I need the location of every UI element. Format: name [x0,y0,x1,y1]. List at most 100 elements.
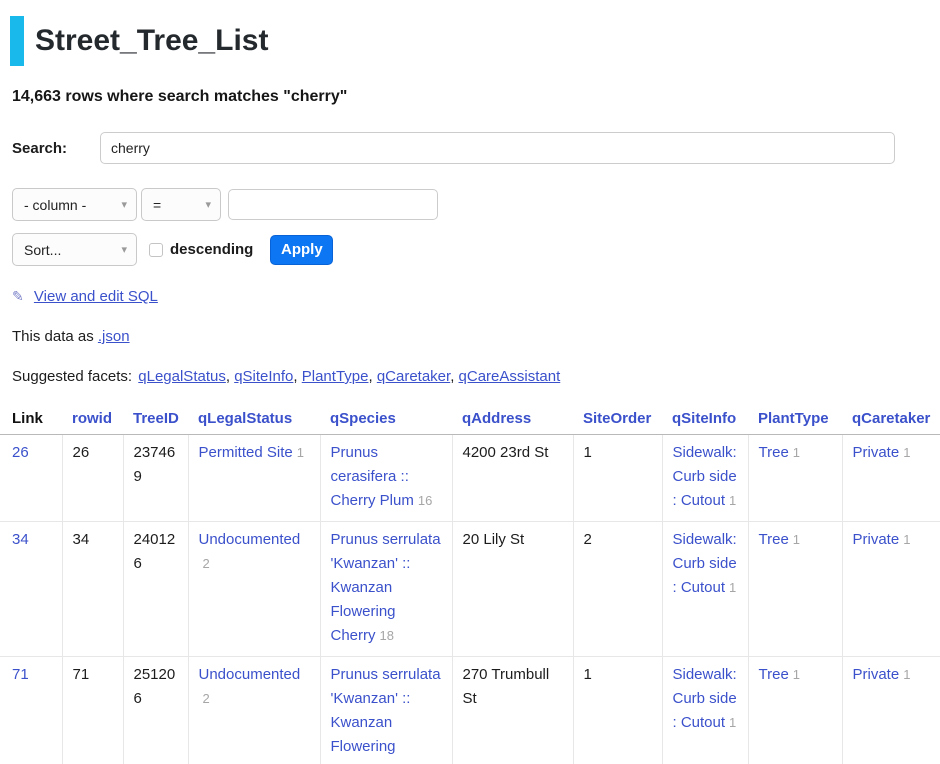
sort-column-link[interactable]: qSiteInfo [672,410,736,427]
facet-value-link[interactable]: Private [853,531,900,548]
sort-column-link[interactable]: qLegalStatus [198,410,292,427]
cell-TreeID: 240126 [123,522,188,657]
cell-rowid: 71 [62,657,123,764]
sort-select[interactable]: Sort... ▾ [12,233,137,266]
column-header-qSiteInfo[interactable]: qSiteInfo [662,406,748,435]
column-header-SiteOrder[interactable]: SiteOrder [573,406,662,435]
cell-rowid: 34 [62,522,123,657]
cell-rowid: 26 [62,435,123,522]
column-select[interactable]: - column - ▾ [12,188,137,221]
column-header-rowid[interactable]: rowid [62,406,123,435]
apply-button[interactable]: Apply [270,235,333,265]
facet-count: 1 [903,532,910,547]
facet-link-PlantType[interactable]: PlantType [302,368,369,385]
column-header-Link: Link [0,406,62,435]
facet-value-link[interactable]: Sidewalk: Curb side : Cutout [673,444,737,509]
facet-count: 1 [903,667,910,682]
facet-value-link[interactable]: Sidewalk: Curb side : Cutout [673,666,737,731]
cell-PlantType: Tree 1 [748,522,842,657]
facet-count: 1 [793,445,800,460]
cell-qLegalStatus: Permitted Site1 [188,435,320,522]
cell-qCaretaker: Private1 [842,522,940,657]
table-header-row: Link rowid TreeID qLegalStatus qSpecies qAddr… [0,406,940,435]
facet-count: 1 [729,715,736,730]
sort-column-link[interactable]: qSpecies [330,410,396,427]
facet-value-link[interactable]: Private [853,444,900,461]
cell-TreeID: 237469 [123,435,188,522]
pencil-icon: ✎ [12,288,24,304]
column-header-qCaretaker[interactable]: qCaretaker [842,406,940,435]
data-export-row: This data as .json [0,328,940,345]
cell-qAddress: 20 Lily St [452,522,573,657]
page-title: Street_Tree_List [35,16,268,66]
facet-count: 2 [203,691,210,706]
data-as-label: This data as [12,328,94,345]
cell-SiteOrder: 1 [573,435,662,522]
sql-link-row: ✎ View and edit SQL [0,288,940,305]
facet-link-qSiteInfo[interactable]: qSiteInfo [234,368,293,385]
facet-value-link[interactable]: Prunus cerasifera :: Cherry Plum [331,444,414,509]
row-link[interactable]: 26 [12,444,29,461]
cell-qCaretaker: Private1 [842,657,940,764]
cell-qAddress: 4200 23rd St [452,435,573,522]
facet-value-link[interactable]: Tree [759,444,789,461]
descending-checkbox[interactable] [149,243,163,257]
facet-value-link[interactable]: Tree [759,531,789,548]
facet-count: 2 [203,556,210,571]
filter-value-input[interactable] [228,189,438,220]
sort-column-link[interactable]: qAddress [462,410,531,427]
sort-column-link[interactable]: qCaretaker [852,410,930,427]
row-link[interactable]: 34 [12,531,29,548]
view-edit-sql-link[interactable]: View and edit SQL [34,288,158,305]
facet-count: 1 [793,532,800,547]
search-label: Search: [12,140,100,157]
cell-qSiteInfo: Sidewalk: Curb side : Cutout1 [662,435,748,522]
facet-value-link[interactable]: Sidewalk: Curb side : Cutout [673,531,737,596]
cell-qLegalStatus: Undocumented 2 [188,657,320,764]
column-header-qSpecies[interactable]: qSpecies [320,406,452,435]
suggested-facets-label: Suggested facets: [12,368,132,385]
column-header-TreeID[interactable]: TreeID [123,406,188,435]
column-header-qLegalStatus[interactable]: qLegalStatus [188,406,320,435]
cell-PlantType: Tree1 [748,657,842,764]
cell-qLegalStatus: Undocumented 2 [188,522,320,657]
facet-value-link[interactable]: Prunus serrulata 'Kwanzan' :: Kwanzan Fl… [331,666,441,764]
search-form: Search: [0,132,940,164]
facet-value-link[interactable]: Private [853,666,900,683]
page-header: Street_Tree_List [10,16,940,66]
chevron-down-icon: ▾ [121,198,127,211]
row-count-summary: 14,663 rows where search matches "cherry… [0,88,940,106]
json-export-link[interactable]: .json [98,328,130,345]
column-header-qAddress[interactable]: qAddress [452,406,573,435]
facet-link-qCareAssistant[interactable]: qCareAssistant [459,368,561,385]
sort-column-link[interactable]: TreeID [133,410,179,427]
facet-value-link[interactable]: Undocumented [199,666,301,683]
facet-value-link[interactable]: Tree [759,666,789,683]
descending-label: descending [170,241,253,258]
sort-column-link[interactable]: PlantType [758,410,829,427]
cell-Link: 34 [0,522,62,657]
column-header-PlantType[interactable]: PlantType [748,406,842,435]
cell-SiteOrder: 2 [573,522,662,657]
search-input[interactable] [100,132,895,164]
facet-count: 16 [418,493,432,508]
cell-PlantType: Tree 1 [748,435,842,522]
facet-value-link[interactable]: Permitted Site [199,444,293,461]
suggested-facets-row: Suggested facets: qLegalStatus, qSiteInf… [0,368,940,385]
cell-qSiteInfo: Sidewalk: Curb side : Cutout1 [662,657,748,764]
operator-select[interactable]: = ▾ [141,188,221,221]
facet-value-link[interactable]: Undocumented [199,531,301,548]
cell-qAddress: 270 Trumbull St [452,657,573,764]
facet-link-qCaretaker[interactable]: qCaretaker [377,368,450,385]
facet-count: 1 [903,445,910,460]
cell-qSiteInfo: Sidewalk: Curb side : Cutout1 [662,522,748,657]
sort-column-link[interactable]: SiteOrder [583,410,651,427]
cell-TreeID: 251206 [123,657,188,764]
sort-select-value: Sort... [24,242,61,258]
facet-link-qLegalStatus[interactable]: qLegalStatus [138,368,226,385]
row-link[interactable]: 71 [12,666,29,683]
sort-column-link[interactable]: rowid [72,410,112,427]
chevron-down-icon: ▾ [205,198,211,211]
filter-form: - column - ▾ = ▾ [0,188,940,221]
cell-SiteOrder: 1 [573,657,662,764]
